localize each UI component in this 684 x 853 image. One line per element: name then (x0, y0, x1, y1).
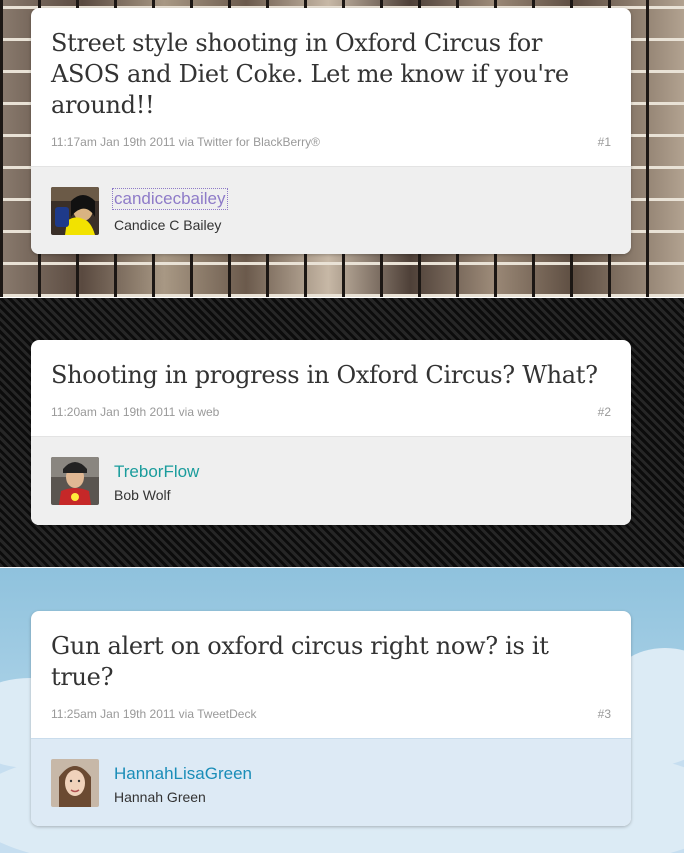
tweet-body: Shooting in progress in Oxford Circus? W… (31, 340, 631, 423)
tweet-meta: 11:17am Jan 19th 2011 via Twitter for Bl… (51, 135, 611, 153)
author-fullname: Bob Wolf (114, 487, 171, 503)
tweet-text: Street style shooting in Oxford Circus f… (51, 29, 569, 119)
tweet-author: TreborFlow Bob Wolf (31, 436, 631, 525)
tweet-timestamp-link[interactable]: 11:17am Jan 19th 2011 (51, 135, 175, 149)
author-fullname: Candice C Bailey (114, 217, 222, 233)
tweet-number: #2 (597, 405, 611, 419)
tweet-source: via TweetDeck (178, 707, 257, 721)
tweet-card: Gun alert on oxford circus right now? is… (31, 611, 631, 826)
tweet-card: Street style shooting in Oxford Circus f… (31, 8, 631, 254)
tweet-section-2: Shooting in progress in Oxford Circus? W… (0, 298, 684, 567)
tweet-text: Shooting in progress in Oxford Circus? W… (51, 361, 598, 389)
username-link[interactable]: candicecbailey (112, 188, 228, 210)
tweet-timestamp-link[interactable]: 11:25am Jan 19th 2011 (51, 707, 175, 721)
tweet-number: #3 (597, 707, 611, 721)
username-link[interactable]: HannahLisaGreen (114, 764, 252, 784)
tweet-section-3: Gun alert on oxford circus right now? is… (0, 568, 684, 853)
tweet-section-1: Street style shooting in Oxford Circus f… (0, 0, 684, 297)
tweet-timestamp-link[interactable]: 11:20am Jan 19th 2011 (51, 405, 175, 419)
avatar[interactable] (51, 457, 99, 505)
tweet-author: HannahLisaGreen Hannah Green (31, 738, 631, 826)
avatar[interactable] (51, 759, 99, 807)
tweet-body: Street style shooting in Oxford Circus f… (31, 8, 631, 153)
tweet-meta: 11:25am Jan 19th 2011 via TweetDeck #3 (51, 707, 611, 725)
username-link[interactable]: TreborFlow (114, 462, 199, 482)
avatar[interactable] (51, 187, 99, 235)
tweet-meta: 11:20am Jan 19th 2011 via web #2 (51, 405, 611, 423)
tweet-author: candicecbailey Candice C Bailey (31, 166, 631, 254)
tweet-source: via Twitter for BlackBerry® (178, 135, 320, 149)
tweet-source: via web (178, 405, 220, 419)
tweet-body: Gun alert on oxford circus right now? is… (31, 611, 631, 725)
tweet-card: Shooting in progress in Oxford Circus? W… (31, 340, 631, 525)
tweet-text: Gun alert on oxford circus right now? is… (51, 632, 549, 691)
tweet-number: #1 (597, 135, 611, 149)
author-fullname: Hannah Green (114, 789, 206, 805)
